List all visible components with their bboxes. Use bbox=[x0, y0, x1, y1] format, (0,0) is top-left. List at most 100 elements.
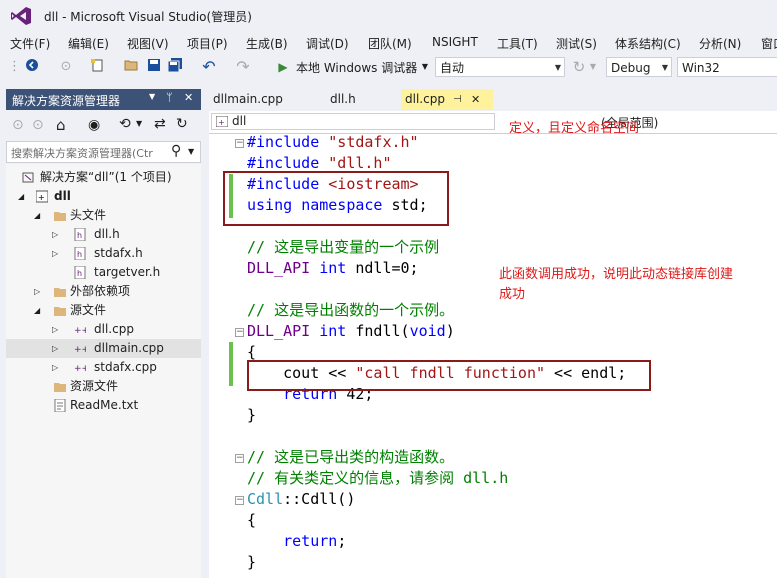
solution-explorer-header: 解决方案资源管理器 ▼ ᛘ ✕ bbox=[6, 89, 201, 110]
solution-search-box[interactable]: 搜索解决方案资源管理器(Ctr ⚲ ▼ bbox=[6, 141, 201, 163]
tree-item-resource-files[interactable]: 资源文件 bbox=[6, 377, 201, 396]
pin-icon[interactable]: ⊣ bbox=[453, 89, 462, 110]
menu-edit[interactable]: 编辑(E) bbox=[68, 35, 109, 52]
header-file-icon: h bbox=[74, 247, 86, 260]
sync-icon[interactable]: ⇄ bbox=[154, 116, 166, 132]
menu-team[interactable]: 团队(M) bbox=[368, 35, 412, 52]
tree-item-external-dependencies[interactable]: ▷ 外部依赖项 bbox=[6, 282, 201, 301]
chevron-down-icon[interactable]: ▼ bbox=[149, 92, 155, 101]
menu-analyze[interactable]: 分析(N) bbox=[699, 35, 741, 52]
code-token: #include bbox=[247, 154, 320, 172]
tree-item-label: dll.cpp bbox=[94, 322, 134, 336]
expanded-triangle-icon[interactable]: ◢ bbox=[34, 206, 40, 225]
code-line-10: DLL_API int fndll(void) bbox=[247, 322, 455, 340]
back-arrow-icon bbox=[26, 59, 38, 71]
close-icon[interactable]: ✕ bbox=[184, 91, 193, 104]
panel-splitter[interactable] bbox=[201, 89, 209, 578]
tree-item-source-files[interactable]: ◢ 源文件 bbox=[6, 301, 201, 320]
tree-item-dll-h[interactable]: ▷ h dll.h bbox=[6, 225, 201, 244]
back-icon[interactable]: ⊙ bbox=[12, 117, 24, 133]
chevron-down-icon[interactable]: ▼ bbox=[420, 58, 430, 76]
forward-icon[interactable]: ⊙ bbox=[32, 117, 44, 133]
navigation-bar: + dll (全局范围) bbox=[209, 111, 777, 134]
menu-view[interactable]: 视图(V) bbox=[127, 35, 169, 52]
new-project-icon[interactable] bbox=[88, 58, 106, 76]
chevron-down-icon[interactable]: ▼ bbox=[588, 58, 598, 76]
tree-item-label: dll.h bbox=[94, 227, 120, 241]
code-line-20: return; bbox=[283, 532, 347, 550]
collapsed-triangle-icon[interactable]: ▷ bbox=[52, 320, 58, 339]
menu-nsight[interactable]: NSIGHT bbox=[432, 35, 478, 49]
menu-build[interactable]: 生成(B) bbox=[246, 35, 288, 52]
close-icon[interactable]: ✕ bbox=[471, 89, 480, 110]
tree-item-stdafx-cpp[interactable]: ▷ ++ stdafx.cpp bbox=[6, 358, 201, 377]
menu-tools[interactable]: 工具(T) bbox=[497, 35, 538, 52]
tree-item-dll-cpp[interactable]: ▷ ++ dll.cpp bbox=[6, 320, 201, 339]
code-token: #include bbox=[247, 133, 320, 151]
save-all-icon[interactable] bbox=[166, 58, 184, 76]
start-debugger-button[interactable]: 本地 Windows 调试器 bbox=[296, 59, 417, 76]
svg-text:++: ++ bbox=[74, 364, 86, 374]
tree-item-stdafx-h[interactable]: ▷ h stdafx.h bbox=[6, 244, 201, 263]
code-line-19: { bbox=[247, 511, 257, 529]
search-icon[interactable]: ⚲ bbox=[171, 143, 181, 159]
expanded-triangle-icon[interactable]: ◢ bbox=[18, 187, 24, 206]
code-editor[interactable]: − − − − #include "stdafx.h" #include "dl… bbox=[209, 121, 777, 578]
configuration-select[interactable]: Debug ▼ bbox=[606, 57, 672, 77]
scope-select[interactable]: + dll bbox=[211, 113, 495, 130]
tree-item-label: 头文件 bbox=[70, 208, 107, 222]
collapse-icon[interactable]: − bbox=[235, 139, 244, 148]
tree-item-dllmain-cpp[interactable]: ▷ ++ dllmain.cpp bbox=[6, 339, 201, 358]
tab-dll-h[interactable]: dll.h bbox=[326, 89, 390, 110]
home-icon[interactable]: ⌂ bbox=[56, 116, 66, 134]
tree-item-readme-txt[interactable]: ReadMe.txt bbox=[6, 396, 201, 415]
forward-icon[interactable]: ⊙ bbox=[56, 58, 76, 76]
globe-icon[interactable]: ◉ bbox=[88, 117, 100, 133]
tree-item-targetver-h[interactable]: h targetver.h bbox=[6, 263, 201, 282]
code-line-21: } bbox=[247, 553, 257, 571]
tab-dllmain-cpp[interactable]: dllmain.cpp bbox=[209, 89, 317, 110]
undo-icon[interactable]: ↶ bbox=[196, 58, 222, 76]
collapsed-triangle-icon[interactable]: ▷ bbox=[52, 339, 58, 358]
menu-project[interactable]: 项目(P) bbox=[187, 35, 228, 52]
refresh-icon[interactable]: ↻ bbox=[176, 116, 188, 132]
chevron-down-icon[interactable]: ▼ bbox=[136, 119, 142, 128]
start-debugging-icon[interactable]: ▶ bbox=[276, 58, 290, 76]
menu-bar: 文件(F) 编辑(E) 视图(V) 项目(P) 生成(B) 调试(D) 团队(M… bbox=[0, 32, 777, 54]
collapse-icon[interactable]: − bbox=[235, 454, 244, 463]
solution-run-mode-select[interactable]: 自动 ▼ bbox=[435, 57, 565, 77]
solution-search-input[interactable]: 搜索解决方案资源管理器(Ctr bbox=[11, 145, 153, 161]
header-file-icon: h bbox=[74, 266, 86, 279]
expanded-triangle-icon[interactable]: ◢ bbox=[34, 301, 40, 320]
collapse-icon[interactable]: − bbox=[235, 328, 244, 337]
menu-debug[interactable]: 调试(D) bbox=[306, 35, 349, 52]
menu-test[interactable]: 测试(S) bbox=[556, 35, 597, 52]
collapsed-triangle-icon[interactable]: ▷ bbox=[52, 225, 58, 244]
cpp-file-icon: ++ bbox=[74, 326, 86, 336]
history-icon[interactable]: ⟲ bbox=[119, 116, 131, 132]
refresh-icon[interactable]: ↻ bbox=[570, 58, 588, 76]
tab-dll-cpp[interactable]: dll.cpp ⊣ ✕ bbox=[401, 89, 493, 110]
collapsed-triangle-icon[interactable]: ▷ bbox=[52, 358, 58, 377]
platform-select[interactable]: Win32 bbox=[677, 57, 777, 77]
tree-item-label: stdafx.h bbox=[94, 246, 143, 260]
code-line-7: DLL_API int ndll=0; bbox=[247, 259, 419, 277]
tree-item-project-dll[interactable]: ◢ + dll bbox=[6, 187, 201, 206]
solution-explorer-title: 解决方案资源管理器 bbox=[12, 94, 121, 108]
collapsed-triangle-icon[interactable]: ▷ bbox=[52, 244, 58, 263]
collapsed-triangle-icon[interactable]: ▷ bbox=[34, 282, 40, 301]
redo-icon[interactable]: ↷ bbox=[230, 58, 256, 76]
svg-text:+: + bbox=[218, 118, 225, 127]
back-icon[interactable] bbox=[20, 58, 44, 76]
tree-item-solution[interactable]: 解决方案“dll”(1 个项目) bbox=[6, 168, 201, 187]
text-file-icon bbox=[54, 399, 66, 412]
menu-window[interactable]: 窗口 bbox=[761, 35, 777, 52]
tree-item-header-files[interactable]: ◢ 头文件 bbox=[6, 206, 201, 225]
open-folder-icon[interactable] bbox=[122, 58, 140, 76]
menu-architecture[interactable]: 体系结构(C) bbox=[615, 35, 681, 52]
menu-file[interactable]: 文件(F) bbox=[10, 35, 50, 52]
save-icon[interactable] bbox=[145, 58, 163, 76]
pin-icon[interactable]: ᛘ bbox=[166, 91, 173, 104]
chevron-down-icon[interactable]: ▼ bbox=[188, 147, 194, 156]
collapse-icon[interactable]: − bbox=[235, 496, 244, 505]
